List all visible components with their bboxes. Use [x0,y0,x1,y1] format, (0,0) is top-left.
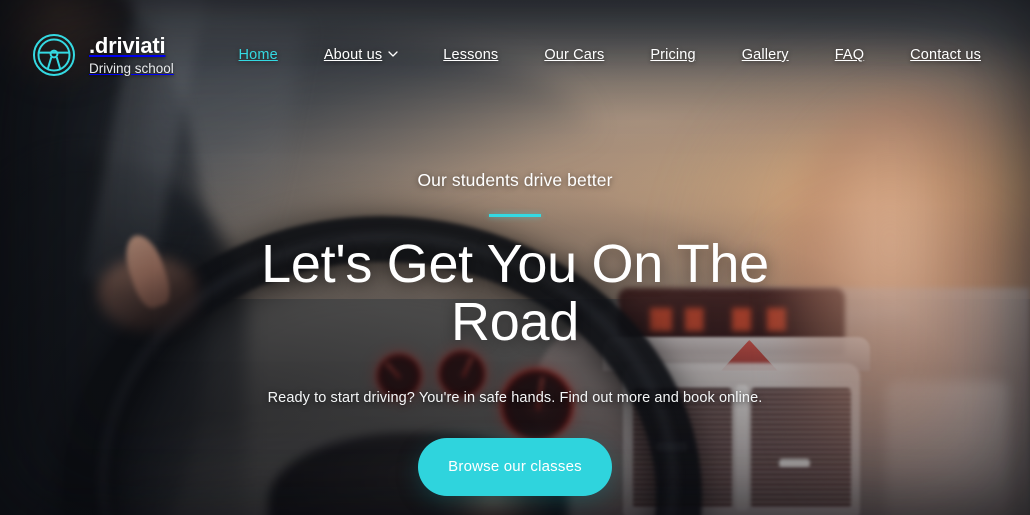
nav-label: Home [238,47,278,63]
nav-item-about-us[interactable]: About us [301,37,420,73]
nav-label: Pricing [650,47,696,63]
nav-label: Contact us [910,47,981,63]
hero-headline: Let's Get You On The Road [261,234,769,353]
main-navigation: Home About us Lessons Our Cars Pricing G… [216,37,1004,73]
chevron-down-icon [388,49,398,58]
nav-item-faq[interactable]: FAQ [812,37,887,73]
nav-item-pricing[interactable]: Pricing [627,37,718,73]
brand-name: .driviati [89,32,166,58]
brand-tagline: Driving school [89,60,174,76]
hero-subtext: Ready to start driving? You're in safe h… [267,389,763,406]
hero-divider [489,214,541,217]
nav-item-gallery[interactable]: Gallery [719,37,812,73]
nav-label: Gallery [741,47,789,63]
hero-section: Our students drive better Let's Get You … [0,170,1030,496]
nav-label: Our Cars [544,47,605,63]
site-header: .driviati Driving school Home About us L… [0,0,1030,110]
hero-eyebrow: Our students drive better [417,170,613,190]
nav-label: About us [323,47,383,63]
nav-label: Lessons [443,47,499,63]
brand-logo-link[interactable]: .driviati Driving school [32,33,174,77]
brand-text: .driviati Driving school [89,32,174,76]
nav-label: FAQ [834,47,865,63]
steering-wheel-icon [32,33,76,77]
nav-item-contact-us[interactable]: Contact us [887,37,1004,73]
nav-item-home[interactable]: Home [216,37,301,73]
browse-classes-button[interactable]: Browse our classes [418,437,612,496]
nav-item-lessons[interactable]: Lessons [420,37,521,73]
page-root: .driviati Driving school Home About us L… [0,0,1030,515]
nav-item-our-cars[interactable]: Our Cars [521,37,627,73]
